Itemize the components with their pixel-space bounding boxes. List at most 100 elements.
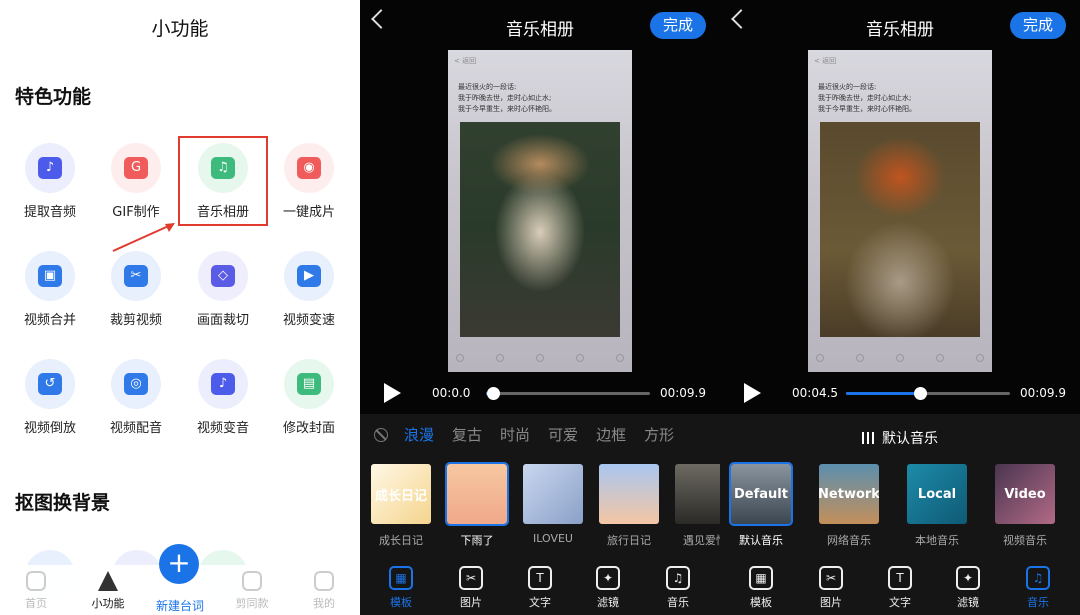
music-album-editor-music: 音乐相册 完成 < 返回 最近很火的一段话: 我于昨晚去世，走时心如止水; 我于… [720,0,1080,615]
tool-label: 一键成片 [282,205,335,220]
equalizer-icon [862,432,876,444]
music-icon: ♫ [1026,566,1050,590]
toolbar-music[interactable]: ♫ 音乐 [653,566,703,610]
tool-label: 视频倒放 [23,421,76,436]
toolbar-image[interactable]: ✂ 图片 [806,566,856,610]
tool-4[interactable]: ◉ 一键成片 [269,143,349,233]
thumbnail-label: 成长日记 [379,534,423,547]
tool-10[interactable]: ◎ 视频配音 [96,359,176,449]
preview-photo [820,122,980,337]
thumbnail-image [445,462,509,526]
toolbar-template[interactable]: ▦ 模板 [376,566,426,610]
nav-tools[interactable]: 小功能 [78,571,138,611]
template-tab[interactable]: 可爱 [548,424,578,445]
nav-home[interactable]: 首页 [6,571,66,611]
album-preview: < 返回 最近很火的一段话: 我于昨晚去世，走时心如止水; 我于今早重生，来时心… [808,50,992,372]
total-time: 00:09.9 [1019,386,1066,400]
thumbnail-label: 网络音乐 [827,534,871,547]
thumbnail-item[interactable]: Local 本地音乐 [906,464,968,548]
text-icon: T [888,566,912,590]
music-panel: 默认音乐 Default 默认音乐 Network 网络音乐 Local 本地音乐 Vide… [720,414,1080,615]
tool-5[interactable]: ▣ 视频合并 [10,251,90,341]
editor-toolbar: ▦ 模板 ✂ 图片 T 文字 ✦ 滤镜 ♫ 音乐 [360,562,720,615]
tools-page: 小功能 特色功能 ♪ 提取音频 G GIF制作 ♫ 音乐相册 ◉ 一键成片 ▣ 视频合并 ✂ 裁剪视频… [0,0,360,615]
tool-9[interactable]: ↺ 视频倒放 [10,359,90,449]
profile-icon [314,571,334,591]
preview-icons [816,354,984,362]
thumbnail-item[interactable]: Default 默认音乐 [729,462,793,548]
tool-7[interactable]: ◇ 画面裁切 [183,251,263,341]
thumbnail-image [523,464,583,524]
thumbnail-image: Network [819,464,879,524]
tool-11[interactable]: ♪ 视频变音 [183,359,263,449]
thumbnail-label: 旅行日记 [607,534,651,547]
tool-icon: ◎ [111,359,161,409]
thumbnail-label: ILOVEU [533,532,573,545]
template-tab[interactable]: 复古 [452,424,482,445]
toolbar-text[interactable]: T 文字 [515,566,565,610]
play-square-icon [242,571,262,591]
nav-me[interactable]: 我的 [294,571,354,611]
thumbnail-label: 下雨了 [460,534,494,547]
tool-12[interactable]: ▤ 修改封面 [269,359,349,449]
template-tab[interactable]: 边框 [596,424,626,445]
tool-icon: ◇ [198,251,248,301]
filter-icon: ✦ [596,566,620,590]
tool-icon: ▣ [25,251,75,301]
toolbar-music[interactable]: ♫ 音乐 [1013,566,1063,610]
total-time: 00:09.9 [659,386,706,400]
progress-slider[interactable] [486,387,650,400]
thumbnail-label: 视频音乐 [1003,534,1047,547]
toolbar-template[interactable]: ▦ 模板 [736,566,786,610]
tool-icon: ♪ [25,143,75,193]
template-tab[interactable]: 方形 [644,424,674,445]
thumbnail-item[interactable]: Video 视频音乐 [994,464,1056,548]
progress-knob[interactable] [913,387,927,400]
play-button[interactable] [384,383,401,403]
editor-toolbar: ▦ 模板 ✂ 图片 T 文字 ✦ 滤镜 ♫ 音乐 [720,562,1080,615]
thumbnail-label: 遇见爱情 [683,534,720,547]
tool-8[interactable]: ▶ 视频变速 [269,251,349,341]
text-icon: T [528,566,552,590]
thumbnail-item[interactable]: Network 网络音乐 [818,464,880,548]
template-icon: ▦ [389,566,413,590]
template-tab[interactable]: 时尚 [500,424,530,445]
new-project-button[interactable]: + [159,544,199,584]
thumbnail-item[interactable]: 下雨了 [445,462,509,548]
section-title-featured: 特色功能 [15,86,92,108]
tool-1[interactable]: ♪ 提取音频 [10,143,90,233]
toolbar-image[interactable]: ✂ 图片 [446,566,496,610]
highlight-box [178,136,268,226]
thumbnail-label: 本地音乐 [915,534,959,547]
play-button[interactable] [744,383,761,403]
nav-same-style[interactable]: 剪同款 [222,571,282,611]
tool-icon: G [111,143,161,193]
preview-back-text: < 返回 [814,57,837,65]
thumbnail-item[interactable]: 遇见爱情 [674,464,720,548]
done-button[interactable]: 完成 [1010,12,1066,39]
template-tab[interactable]: 浪漫 [404,424,434,445]
preview-photo [460,122,620,337]
thumbnail-image [599,464,659,524]
cube-icon [98,571,118,591]
section-title-cutout: 抠图换背景 [15,492,111,514]
music-source-list: Default 默认音乐 Network 网络音乐 Local 本地音乐 Video 视频音乐 [729,462,1080,547]
template-panel: 浪漫复古时尚可爱边框方形 成长日记成长日记下雨了 ILOVEU 旅行日记 遇见爱情 ▦… [360,414,720,615]
progress-slider[interactable] [846,387,1010,400]
done-button[interactable]: 完成 [650,12,706,39]
annotation-arrow [112,223,175,252]
tool-6[interactable]: ✂ 裁剪视频 [96,251,176,341]
preview-back-text: < 返回 [454,57,477,65]
tool-icon: ▤ [284,359,334,409]
thumbnail-item[interactable]: 旅行日记 [598,464,660,548]
progress-knob[interactable] [486,387,500,400]
thumbnail-item[interactable]: ILOVEU [522,464,584,545]
toolbar-text[interactable]: T 文字 [875,566,925,610]
toolbar-filter[interactable]: ✦ 滤镜 [943,566,993,610]
tool-label: 视频配音 [109,421,162,436]
thumbnail-item[interactable]: 成长日记 成长日记 [370,464,432,548]
tool-label: 裁剪视频 [109,313,162,328]
toolbar-filter[interactable]: ✦ 滤镜 [583,566,633,610]
no-template-icon[interactable] [374,427,388,442]
template-icon: ▦ [749,566,773,590]
